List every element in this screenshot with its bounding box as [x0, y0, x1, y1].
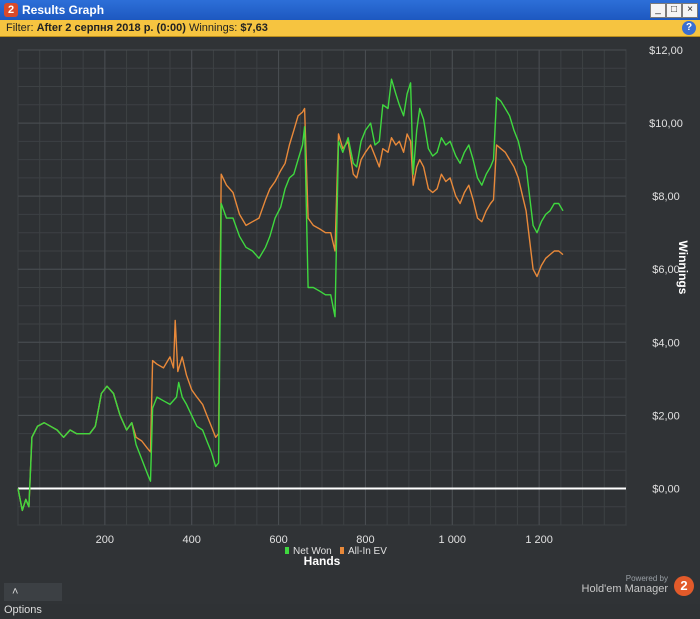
x-tick-label: 400: [183, 534, 201, 546]
title-bar[interactable]: 2 Results Graph _ □ ×: [0, 0, 700, 20]
x-tick-label: 1 200: [525, 534, 553, 546]
results-graph-window: 2 Results Graph _ □ × Filter: After 2 се…: [0, 0, 700, 616]
x-tick-label: 600: [269, 534, 287, 546]
filter-text: Filter: After 2 серпня 2018 р. (0:00) Wi…: [6, 20, 268, 36]
y-tick-label: $10,00: [649, 118, 683, 130]
filter-bar: Filter: After 2 серпня 2018 р. (0:00) Wi…: [0, 20, 700, 37]
x-tick-label: 800: [356, 534, 374, 546]
x-tick-label: 200: [96, 534, 114, 546]
app-icon: 2: [4, 3, 18, 17]
y-tick-label: $0,00: [652, 483, 680, 495]
legend-swatch: [285, 547, 289, 554]
y-tick-label: $2,00: [652, 410, 680, 422]
y-tick-label: $6,00: [652, 264, 680, 276]
options-button[interactable]: ˄ Options: [4, 583, 62, 616]
winnings-value: $7,63: [240, 22, 268, 34]
powered-by-text: Powered by: [625, 574, 668, 583]
help-icon[interactable]: ?: [682, 21, 696, 35]
y-tick-label: $8,00: [652, 191, 680, 203]
hm2-logo-icon: 2: [674, 576, 694, 596]
chevron-up-icon: ˄: [12, 586, 19, 598]
filter-value: After 2 серпня 2018 р. (0:00): [36, 22, 186, 34]
legend-label: Net Won: [293, 546, 332, 557]
y-tick-label: $4,00: [652, 337, 680, 349]
y-tick-label: $12,00: [649, 45, 683, 57]
legend-swatch: [340, 547, 344, 554]
filter-prefix: Filter:: [6, 22, 34, 34]
window-title: Results Graph: [22, 3, 105, 17]
legend-label: All-In EV: [348, 546, 387, 557]
close-button[interactable]: ×: [682, 3, 698, 18]
results-chart: 200 400 600 800 1 000 1 200 $0,00 $2,00 $4,00 $6,…: [17, 45, 690, 568]
y-axis-title: Winnings: [676, 241, 690, 295]
brand-name: Hold'em Manager: [581, 583, 668, 595]
options-label: Options: [4, 604, 42, 616]
winnings-label: Winnings:: [188, 22, 238, 34]
x-tick-label: 1 000: [439, 534, 467, 546]
minimize-button[interactable]: _: [650, 3, 666, 18]
maximize-button[interactable]: □: [666, 3, 682, 18]
